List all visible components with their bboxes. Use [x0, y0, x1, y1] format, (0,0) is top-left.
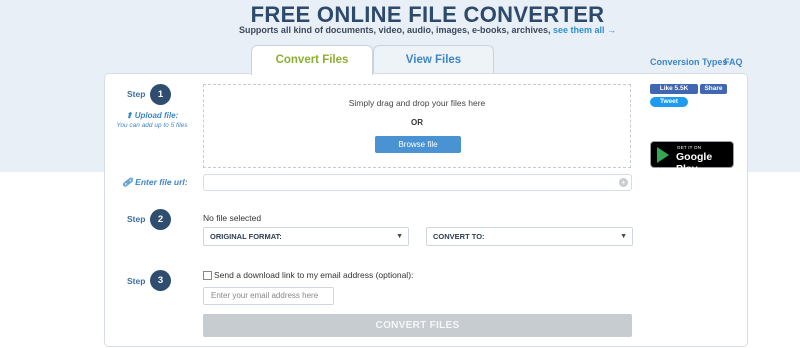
- email-link-checkbox[interactable]: [203, 271, 212, 280]
- caret-down-icon: ▼: [620, 233, 627, 240]
- google-play-small-text: GET IT ON: [677, 145, 702, 150]
- browse-file-button[interactable]: Browse file: [375, 136, 461, 153]
- faq-link[interactable]: FAQ: [724, 57, 743, 67]
- conversion-types-link[interactable]: Conversion Types: [650, 57, 727, 67]
- facebook-share-button[interactable]: Share: [700, 84, 727, 94]
- convert-to-select[interactable]: CONVERT TO: ▼: [426, 227, 633, 246]
- email-field[interactable]: Enter your email address here: [203, 287, 334, 305]
- file-drop-zone[interactable]: Simply drag and drop your files here OR …: [203, 84, 631, 168]
- file-url-label: 🔗︎ Enter file url:: [122, 177, 188, 188]
- original-format-select[interactable]: ORIGINAL FORMAT: ▼: [203, 227, 409, 246]
- step-1-badge: 1: [150, 84, 171, 105]
- original-format-label: ORIGINAL FORMAT:: [210, 232, 282, 241]
- see-them-all-link[interactable]: see them all →: [553, 25, 616, 35]
- facebook-like-button[interactable]: Like 5.5K: [650, 84, 698, 94]
- upload-file-hint: You can add up to 5 files: [116, 122, 188, 129]
- google-play-big-text: Google Play: [676, 151, 713, 175]
- tab-convert-files[interactable]: Convert Files: [251, 45, 373, 75]
- link-icon: 🔗︎: [122, 177, 133, 187]
- file-status: No file selected: [203, 213, 262, 223]
- drop-zone-text: Simply drag and drop your files here: [348, 98, 486, 108]
- tab-view-files[interactable]: View Files: [373, 45, 494, 74]
- file-url-input[interactable]: +: [203, 174, 632, 191]
- google-play-badge[interactable]: GET IT ON Google Play: [650, 141, 734, 175]
- upload-file-text: Upload file:: [134, 111, 179, 120]
- tweet-button[interactable]: Tweet: [650, 97, 688, 107]
- drop-zone-or: OR: [411, 118, 423, 127]
- convert-files-button[interactable]: CONVERT FILES: [203, 314, 632, 337]
- add-url-icon[interactable]: +: [619, 178, 628, 187]
- step-2-badge: 2: [150, 209, 171, 230]
- file-url-text: Enter file url:: [135, 177, 188, 187]
- subtitle-text: Supports all kind of documents, video, a…: [238, 25, 551, 35]
- convert-to-label: CONVERT TO:: [433, 232, 485, 241]
- page-subtitle: Supports all kind of documents, video, a…: [0, 25, 800, 35]
- step-2-label: Step: [127, 214, 146, 224]
- email-link-label: Send a download link to my email address…: [214, 270, 414, 280]
- step-1-label: Step: [127, 89, 146, 99]
- step-3-badge: 3: [150, 270, 171, 291]
- upload-icon: ⬆: [125, 111, 133, 120]
- caret-down-icon: ▼: [396, 233, 403, 240]
- upload-file-label: ⬆ Upload file:: [107, 111, 197, 120]
- google-play-icon: [657, 147, 669, 163]
- step-3-label: Step: [127, 276, 146, 286]
